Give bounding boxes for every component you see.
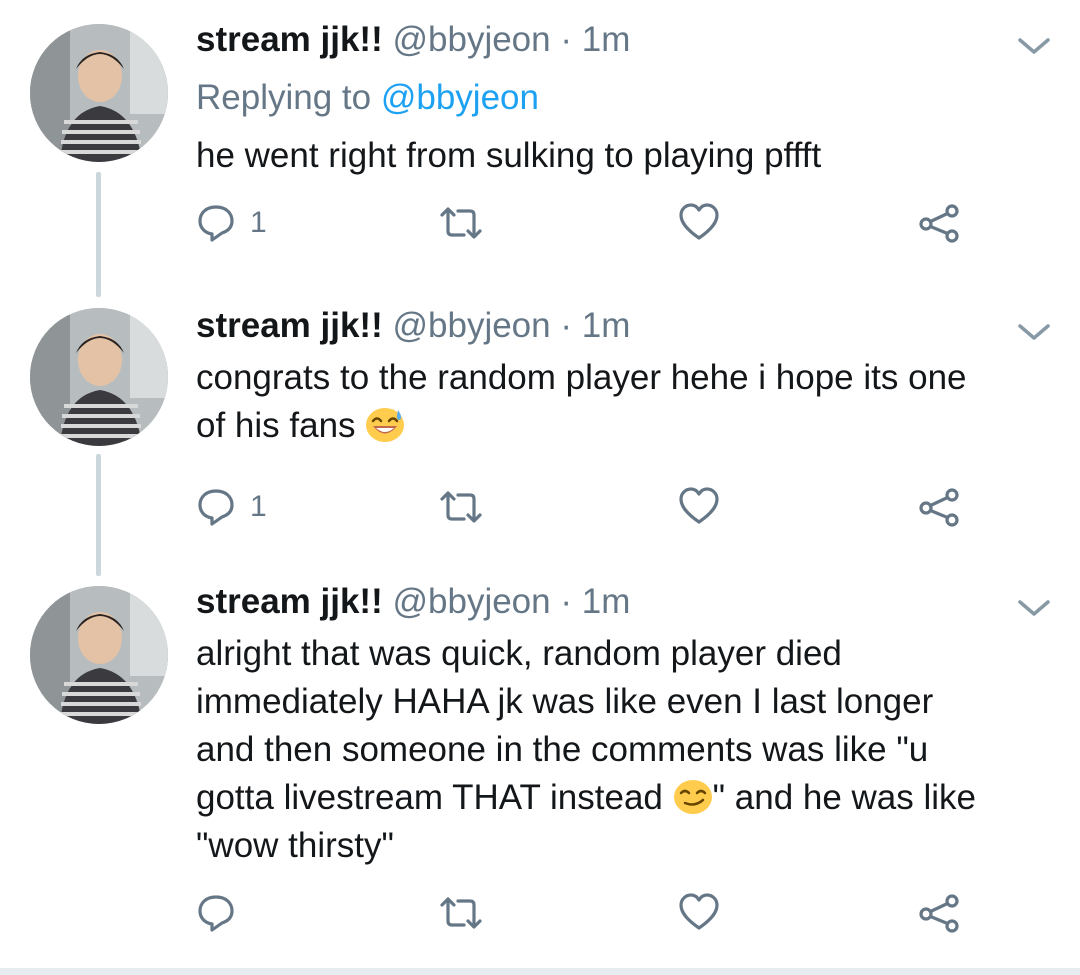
timestamp[interactable]: 1m — [582, 20, 631, 59]
reply-button[interactable] — [196, 888, 250, 938]
reply-count: 1 — [250, 206, 267, 239]
tweet-text-line: congrats to the random player hehe i hop… — [196, 358, 967, 397]
reply-count: 1 — [250, 490, 267, 523]
retweet-icon — [440, 491, 482, 523]
separator-dot: · — [560, 20, 573, 59]
replying-to-label: Replying to — [196, 78, 381, 117]
user-handle[interactable]: @bbyjeon — [392, 306, 550, 345]
share-button[interactable] — [918, 888, 962, 938]
mention-link[interactable]: @bbyjeon — [381, 78, 539, 117]
avatar[interactable] — [30, 586, 168, 724]
reply-icon — [198, 205, 234, 242]
share-icon — [919, 488, 959, 527]
tweet-text-line: and then someone in the comments was lik… — [196, 730, 929, 769]
like-button[interactable] — [678, 482, 720, 532]
like-icon — [679, 893, 719, 930]
reply-button[interactable]: 1 — [196, 482, 267, 532]
retweet-icon — [440, 897, 482, 929]
like-icon — [679, 203, 719, 240]
tweet[interactable]: stream jjk!! @bbyjeon · 1m Replying to @… — [0, 0, 1080, 290]
display-name[interactable]: stream jjk!! — [196, 20, 383, 59]
share-button[interactable] — [918, 482, 962, 532]
tweet-text: alright that was quick, random player di… — [196, 630, 1056, 870]
like-button[interactable] — [678, 198, 720, 248]
share-icon — [919, 894, 959, 933]
reply-button[interactable]: 1 — [196, 198, 267, 248]
user-handle[interactable]: @bbyjeon — [392, 20, 550, 59]
replying-to: Replying to @bbyjeon — [196, 76, 539, 120]
tweet-header: stream jjk!! @bbyjeon · 1m — [196, 18, 630, 62]
tweet[interactable]: stream jjk!! @bbyjeon · 1m alright that … — [0, 572, 1080, 968]
tweet-text-line: "wow thirsty" — [196, 826, 394, 865]
tweet[interactable]: stream jjk!! @bbyjeon · 1m congrats to t… — [0, 290, 1080, 572]
sweat-smile-emoji — [366, 408, 405, 442]
tweet-text-line: " and he was like — [712, 778, 977, 817]
smirk-emoji — [673, 780, 712, 814]
tweet-actions — [0, 888, 1080, 938]
avatar[interactable] — [30, 308, 168, 446]
tweet-text-line: gotta livestream THAT instead — [196, 778, 673, 817]
like-icon — [679, 487, 719, 524]
tweet-text-line: immediately HAHA jk was like even I last… — [196, 682, 934, 721]
like-button[interactable] — [678, 888, 720, 938]
share-button[interactable] — [918, 198, 962, 248]
timestamp[interactable]: 1m — [582, 582, 631, 621]
tweet-text: he went right from sulking to playing pf… — [196, 132, 1056, 180]
tweet-actions: 1 — [0, 482, 1080, 532]
timestamp[interactable]: 1m — [582, 306, 631, 345]
tweet-text-line: alright that was quick, random player di… — [196, 634, 842, 673]
chevron-down-icon[interactable] — [1016, 596, 1052, 620]
display-name[interactable]: stream jjk!! — [196, 306, 383, 345]
avatar[interactable] — [30, 24, 168, 162]
divider — [0, 968, 1080, 975]
display-name[interactable]: stream jjk!! — [196, 582, 383, 621]
tweet-text-line: of his fans — [196, 406, 366, 445]
chevron-down-icon[interactable] — [1016, 320, 1052, 344]
separator-dot: · — [560, 582, 573, 621]
retweet-button[interactable] — [438, 482, 484, 532]
reply-icon — [198, 489, 234, 526]
retweet-button[interactable] — [438, 888, 484, 938]
tweet-header: stream jjk!! @bbyjeon · 1m — [196, 304, 630, 348]
retweet-button[interactable] — [438, 198, 484, 248]
reply-icon — [198, 895, 234, 932]
tweet-text: congrats to the random player hehe i hop… — [196, 354, 1056, 450]
tweet-text-line: he went right from sulking to playing pf… — [196, 136, 822, 175]
separator-dot: · — [560, 306, 573, 345]
share-icon — [919, 204, 959, 243]
user-handle[interactable]: @bbyjeon — [392, 582, 550, 621]
chevron-down-icon[interactable] — [1016, 34, 1052, 58]
tweet-header: stream jjk!! @bbyjeon · 1m — [196, 580, 630, 624]
retweet-icon — [440, 207, 482, 239]
tweet-actions: 1 — [0, 198, 1080, 248]
